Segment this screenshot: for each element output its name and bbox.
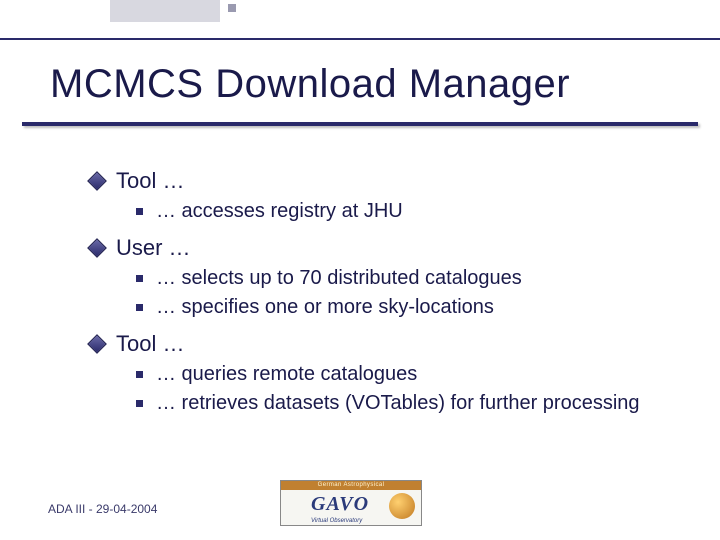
logo-subtitle: Virtual Observatory <box>311 518 362 524</box>
square-icon <box>136 304 143 311</box>
bullet-text: Tool … <box>116 331 184 356</box>
bullet-level1: Tool … <box>90 331 680 357</box>
bullet-text: … selects up to 70 distributed catalogue… <box>156 267 522 289</box>
logo-band: German Astrophysical <box>281 481 421 490</box>
top-rule <box>0 38 720 40</box>
square-icon <box>136 208 143 215</box>
top-decoration <box>0 0 720 42</box>
title-underline <box>22 122 698 126</box>
square-icon <box>136 371 143 378</box>
footer-text: ADA III - 29-04-2004 <box>48 502 157 516</box>
logo-name: GAVO <box>311 493 369 516</box>
diamond-icon <box>87 334 107 354</box>
bullet-level2: … queries remote catalogues <box>136 361 680 388</box>
diamond-icon <box>87 238 107 258</box>
globe-icon <box>389 493 415 519</box>
square-icon <box>136 275 143 282</box>
bullet-level2: … selects up to 70 distributed catalogue… <box>136 265 680 292</box>
bullet-text: … accesses registry at JHU <box>156 200 403 222</box>
bullet-level2: … accesses registry at JHU <box>136 198 680 225</box>
bullet-text: … specifies one or more sky-locations <box>156 296 494 318</box>
diamond-icon <box>87 171 107 191</box>
bullet-text: User … <box>116 235 191 260</box>
slide-body: Tool … … accesses registry at JHU User …… <box>90 158 680 419</box>
bullet-text: … retrieves datasets (VOTables) for furt… <box>156 392 640 414</box>
bullet-level1: Tool … <box>90 168 680 194</box>
bullet-level1: User … <box>90 235 680 261</box>
bullet-text: … queries remote catalogues <box>156 363 417 385</box>
bullet-level2: … specifies one or more sky-locations <box>136 294 680 321</box>
bullet-text: Tool … <box>116 168 184 193</box>
gavo-logo: German Astrophysical GAVO Virtual Observ… <box>280 480 422 526</box>
square-icon <box>136 400 143 407</box>
slide-title: MCMCS Download Manager <box>50 62 570 107</box>
bullet-level2: … retrieves datasets (VOTables) for furt… <box>136 390 680 417</box>
